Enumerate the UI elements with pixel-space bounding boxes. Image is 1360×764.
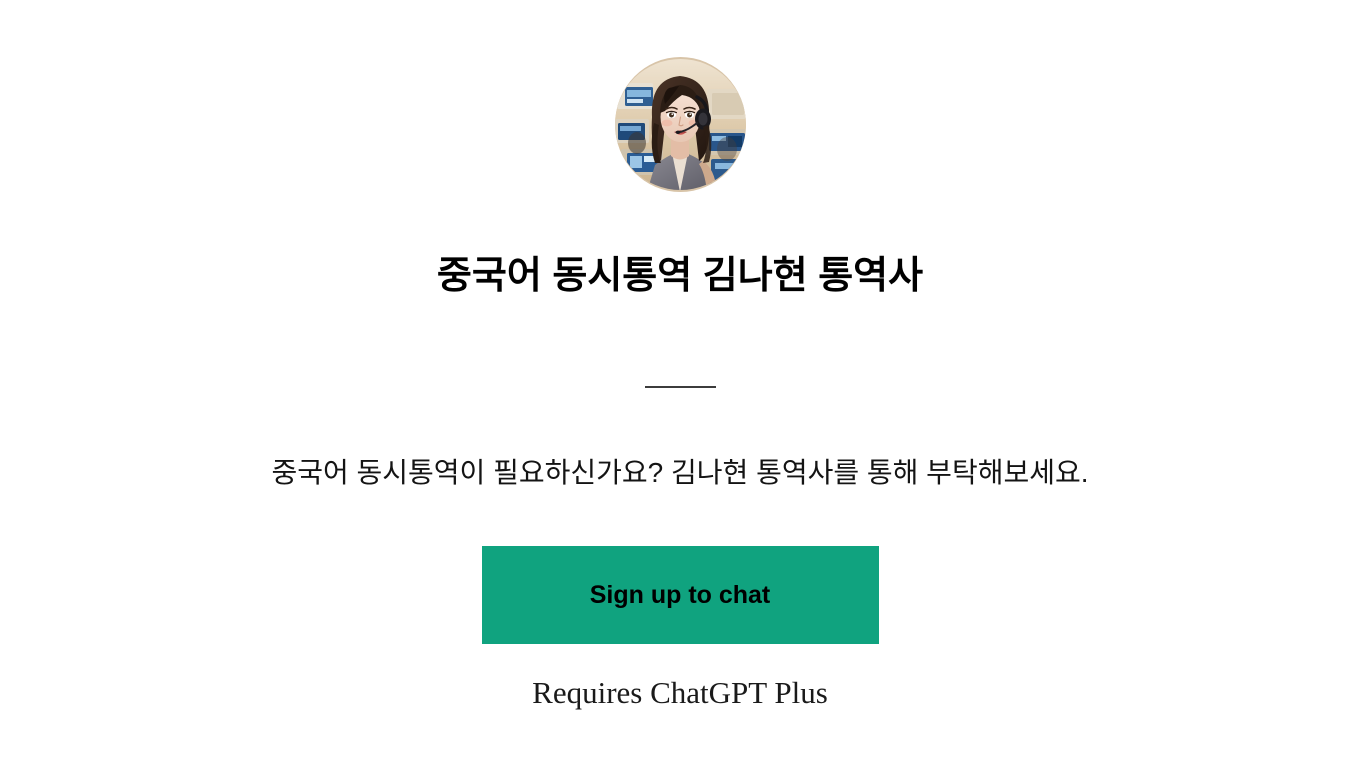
avatar — [614, 57, 746, 192]
sign-up-to-chat-button[interactable]: Sign up to chat — [481, 546, 879, 645]
gpt-landing-page: 중국어 동시통역 김나현 통역사 중국어 동시통역이 필요하신가요? 김나현 통… — [0, 0, 1360, 764]
requires-plus-note: Requires ChatGPT Plus — [532, 675, 828, 711]
page-title: 중국어 동시통역 김나현 통역사 — [436, 255, 924, 297]
avatar-image-icon — [614, 59, 746, 190]
gpt-description: 중국어 동시통역이 필요하신가요? 김나현 통역사를 통해 부탁해보세요. — [271, 457, 1089, 489]
divider — [644, 386, 716, 389]
